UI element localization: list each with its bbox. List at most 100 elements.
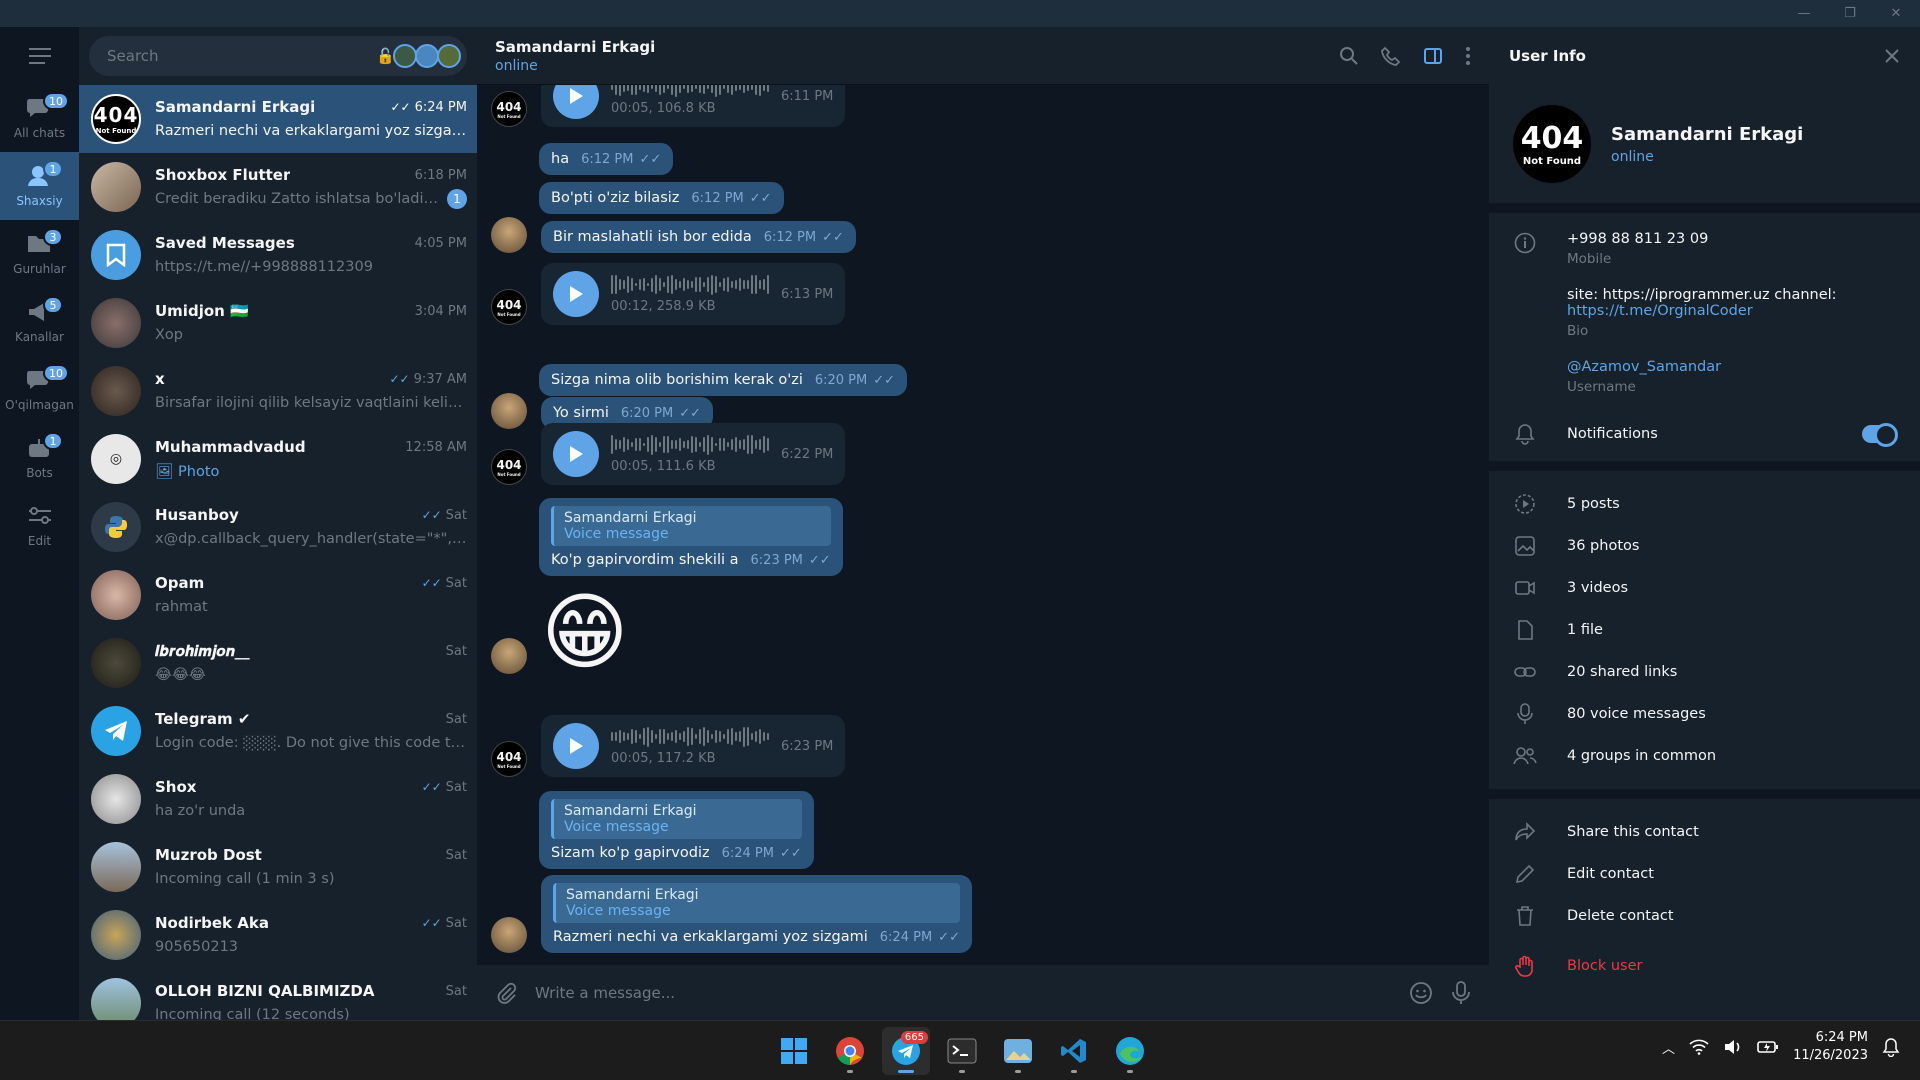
folder-oqilmagan[interactable]: 10 O'qilmagan	[0, 356, 79, 424]
battery-icon[interactable]	[1757, 1039, 1779, 1055]
folder-guruhlar[interactable]: 3 Guruhlar	[0, 220, 79, 288]
edge-icon[interactable]	[1106, 1027, 1154, 1075]
play-button[interactable]	[553, 271, 599, 317]
close-icon[interactable]	[1884, 48, 1900, 64]
media-files[interactable]: 1 file	[1489, 609, 1920, 651]
sidebar-toggle-icon[interactable]	[1423, 46, 1443, 66]
chat-item[interactable]: Nodirbek Aka ✓✓ Sat 905650213	[79, 901, 477, 969]
media-voice[interactable]: 80 voice messages	[1489, 693, 1920, 735]
play-button[interactable]	[553, 85, 599, 119]
link-icon	[1513, 660, 1537, 684]
waveform-bar	[627, 732, 629, 741]
contact-name: Samandarni Erkagi	[495, 37, 656, 56]
waveform-bar	[715, 442, 717, 447]
chat-item[interactable]: Telegram ✔ Sat Login code: ░░░. Do not gi…	[79, 697, 477, 765]
chat-item[interactable]: ◎ Muhammadvadud 12:58 AM 🖼 Photo	[79, 425, 477, 493]
media-groups[interactable]: 4 groups in common	[1489, 735, 1920, 777]
chat-item[interactable]: Muzrob Dost Sat Incoming call (1 min 3 s)	[79, 833, 477, 901]
wifi-icon[interactable]	[1689, 1039, 1709, 1055]
chat-item[interactable]: Opam ✓✓ Sat rahmat	[79, 561, 477, 629]
message-input[interactable]	[535, 983, 1391, 1002]
chevron-up-icon[interactable]: ︿	[1662, 1038, 1675, 1057]
waveform-bar	[615, 274, 617, 295]
waveform-bar	[627, 85, 629, 91]
delete-contact-button[interactable]: Delete contact	[1489, 895, 1920, 937]
start-button[interactable]	[770, 1027, 818, 1075]
chat-item[interactable]: Saved Messages 4:05 PM https://t.me//+998…	[79, 221, 477, 289]
restore-button[interactable]: ❐	[1838, 4, 1862, 24]
photos-app-icon[interactable]	[994, 1027, 1042, 1075]
attach-icon[interactable]	[495, 982, 517, 1004]
reply-type: Voice message	[564, 526, 669, 542]
folder-edit[interactable]: Edit	[0, 492, 79, 560]
close-window-button[interactable]: ✕	[1884, 4, 1908, 24]
search-box[interactable]: 🔓	[89, 36, 467, 76]
waveform[interactable]	[611, 274, 769, 295]
reply-quote[interactable]: Samandarni Erkagi Voice message	[551, 506, 831, 546]
volume-icon[interactable]	[1723, 1039, 1743, 1055]
phone-icon[interactable]	[1381, 46, 1401, 66]
notifications-toggle[interactable]	[1862, 423, 1898, 447]
hamburger-menu-icon[interactable]	[0, 27, 79, 84]
waveform-bar	[711, 436, 713, 453]
microphone-icon[interactable]	[1451, 980, 1471, 1005]
folder-shaxsiy[interactable]: 1 Shaxsiy	[0, 152, 79, 220]
story-avatar[interactable]	[415, 44, 439, 68]
chat-item[interactable]: x ✓✓ 9:37 AM Birsafar ilojini qilib kelsay…	[79, 357, 477, 425]
waveform[interactable]	[611, 434, 769, 455]
reply-quote[interactable]: Samandarni Erkagi Voice message	[553, 883, 960, 923]
share-contact-button[interactable]: Share this contact	[1489, 811, 1920, 853]
search-input[interactable]	[107, 47, 369, 65]
terminal-icon[interactable]	[938, 1027, 986, 1075]
media-links[interactable]: 20 shared links	[1489, 651, 1920, 693]
user-info-panel: User Info 404 Not Found Samandarni Erkagi…	[1489, 27, 1920, 1020]
bio-link[interactable]: https://t.me/OrginalCoder	[1567, 303, 1837, 319]
waveform-bar	[667, 276, 669, 293]
phone-number[interactable]: +998 88 811 23 09 Mobile	[1567, 231, 1837, 267]
chrome-icon[interactable]	[826, 1027, 874, 1075]
waveform[interactable]	[611, 85, 769, 97]
folder-bots[interactable]: 1 Bots	[0, 424, 79, 492]
chat-item[interactable]: 404 Not Found Samandarni Erkagi ✓✓ 6:24 PM …	[79, 85, 477, 153]
folder-kanallar[interactable]: 5 Kanallar	[0, 288, 79, 356]
chat-item[interactable]: OLLOH BIZNI QALBIMIZDA Sat Incoming call …	[79, 969, 477, 1020]
vscode-icon[interactable]	[1050, 1027, 1098, 1075]
media-videos[interactable]: 3 videos	[1489, 567, 1920, 609]
story-avatar[interactable]	[393, 44, 417, 68]
system-clock[interactable]: 6:24 PM 11/26/2023	[1793, 1029, 1868, 1065]
minimize-button[interactable]: —	[1792, 4, 1816, 24]
folder-all-chats[interactable]: 10 All chats	[0, 84, 79, 152]
waveform-bar	[651, 85, 653, 90]
waveform-bar	[747, 434, 749, 455]
notification-bell-icon[interactable]	[1882, 1037, 1900, 1057]
chat-item[interactable]: Husanboy ✓✓ Sat x@dp.callback_query_handle…	[79, 493, 477, 561]
waveform-bar	[747, 727, 749, 746]
edit-contact-button[interactable]: Edit contact	[1489, 853, 1920, 895]
waveform-bar	[727, 442, 729, 447]
reply-quote[interactable]: Samandarni Erkagi Voice message	[551, 799, 802, 839]
notifications-row[interactable]: Notifications	[1489, 413, 1920, 455]
block-user-button[interactable]: Block user	[1489, 945, 1920, 987]
emoji-icon[interactable]	[1409, 981, 1433, 1005]
telegram-taskbar-icon[interactable]: 665	[882, 1027, 930, 1075]
waveform-bar	[627, 276, 629, 293]
search-icon[interactable]	[1339, 46, 1359, 66]
story-avatar[interactable]	[437, 44, 461, 68]
message-time: 6:23 PM	[781, 738, 834, 754]
username[interactable]: @Azamov_Samandar Username	[1567, 359, 1837, 395]
media-posts[interactable]: 5 posts	[1489, 483, 1920, 525]
chat-item[interactable]: Umidjon 🇺🇿 3:04 PM Xop	[79, 289, 477, 357]
profile-avatar[interactable]: 404 Not Found	[1513, 105, 1591, 183]
message-row: Bo'pti o'ziz bilasiz 6:12 PM ✓✓	[539, 182, 784, 214]
conversation-title[interactable]: Samandarni Erkagi online	[495, 38, 655, 74]
play-button[interactable]	[553, 723, 599, 769]
chat-item[interactable]: Shoxbox Flutter 6:18 PM Credit beradiku Z…	[79, 153, 477, 221]
chat-item[interactable]: Shox ✓✓ Sat ha zo'r unda	[79, 765, 477, 833]
chat-item[interactable]: 𝑰𝒃𝒓𝒐𝒉𝒊𝒎𝒋𝒐𝒏__ Sat 😂😂😂	[79, 629, 477, 697]
play-button[interactable]	[553, 431, 599, 477]
media-photos[interactable]: 36 photos	[1489, 525, 1920, 567]
waveform[interactable]	[611, 726, 769, 747]
waveform-bar	[611, 85, 613, 90]
more-vertical-icon[interactable]	[1465, 46, 1471, 66]
waveform-bar	[647, 436, 649, 453]
